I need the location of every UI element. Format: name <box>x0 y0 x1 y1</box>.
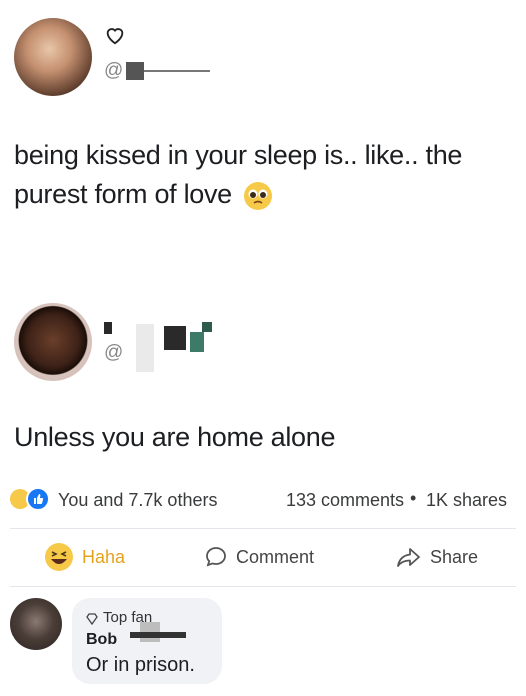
comment-button[interactable]: Comment <box>204 545 314 569</box>
actions-top-divider <box>10 528 516 529</box>
comment-text: Or in prison. <box>86 654 195 676</box>
tweet2-avatar[interactable] <box>14 303 92 381</box>
tweet1-handle-redaction-line <box>144 70 210 72</box>
comment-author-redaction <box>130 622 190 642</box>
tweet2-handle[interactable]: @ <box>104 342 123 364</box>
tweet2-text: Unless you are home alone <box>14 422 336 452</box>
comment-label: Comment <box>236 546 315 567</box>
heart-icon[interactable] <box>104 24 126 46</box>
like-reaction-icon <box>26 487 50 511</box>
share-icon <box>396 545 422 569</box>
pleading-face-icon <box>243 181 273 211</box>
reaction-icons[interactable] <box>10 487 54 511</box>
tweet1-text: being kissed in your sleep is.. like.. t… <box>14 140 463 211</box>
tweet1-handle-redaction <box>126 62 144 80</box>
haha-label: Haha <box>82 546 126 567</box>
share-label: Share <box>430 546 479 567</box>
haha-button[interactable]: Haha <box>44 542 125 572</box>
haha-icon <box>44 542 74 572</box>
comment-icon <box>204 545 228 569</box>
tweet1-avatar[interactable] <box>14 18 92 96</box>
diamond-icon <box>86 612 98 625</box>
actions-bottom-divider <box>10 586 516 587</box>
reactions-count[interactable]: You and 7.7k others <box>58 490 217 511</box>
shares-count[interactable]: 1K shares <box>426 490 507 511</box>
commenter-avatar[interactable] <box>10 598 62 650</box>
share-button[interactable]: Share <box>396 545 478 569</box>
meta-dot: • <box>410 488 417 508</box>
comment-author[interactable]: Bob <box>86 631 117 649</box>
comments-count[interactable]: 133 comments <box>286 490 404 511</box>
tweet1-handle[interactable]: @ <box>104 60 123 82</box>
